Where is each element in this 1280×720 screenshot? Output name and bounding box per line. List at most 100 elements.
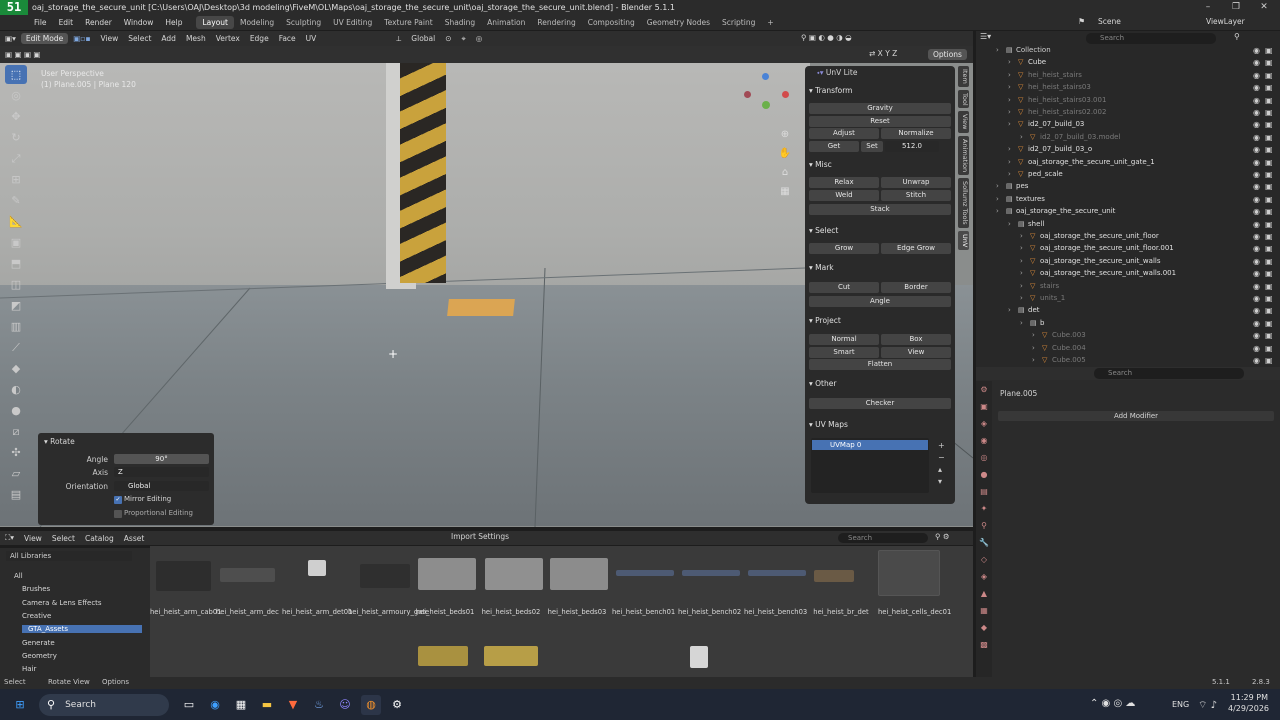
render-camera-icon[interactable]: ▣ bbox=[1265, 183, 1273, 191]
visibility-eye-icon[interactable]: ◉ bbox=[1253, 195, 1261, 204]
menu-edit[interactable]: Edit bbox=[53, 18, 80, 27]
menu-window[interactable]: Window bbox=[118, 18, 160, 27]
expand-arrow-icon[interactable]: › bbox=[1008, 96, 1011, 104]
grow-button[interactable]: Grow bbox=[809, 243, 879, 254]
pivot-icon[interactable]: ⊙ bbox=[440, 34, 456, 43]
asset-item[interactable]: hei_heist_armoury_gate bbox=[348, 608, 429, 616]
render-camera-icon[interactable]: ▣ bbox=[1265, 96, 1273, 105]
render-camera-icon[interactable]: ▣ bbox=[1265, 59, 1273, 67]
asset-item[interactable]: hei_heist_bench03 bbox=[744, 608, 807, 616]
menu-help[interactable]: Help bbox=[159, 18, 188, 27]
expand-arrow-icon[interactable]: › bbox=[1008, 145, 1011, 153]
tab-unv[interactable]: UnV bbox=[958, 230, 969, 250]
knife-icon[interactable]: ⟋ bbox=[5, 338, 27, 357]
asset-item[interactable]: hei_heist_bench01 bbox=[612, 608, 675, 616]
network-volume-icons[interactable]: ⌔ ♪ bbox=[1198, 699, 1217, 712]
menu-face[interactable]: Face bbox=[274, 34, 301, 43]
overlay-icons[interactable]: ⚲ ▣ ◐ ● ◑ ◒ bbox=[796, 33, 857, 42]
menu-uv[interactable]: UV bbox=[301, 34, 322, 43]
visibility-eye-icon[interactable]: ◉ bbox=[1253, 307, 1261, 315]
snap-icon[interactable]: ⌖ bbox=[457, 34, 471, 44]
outliner-row[interactable]: › ▽ Cube.004 ◉ ▣ bbox=[976, 344, 1280, 356]
outliner-row[interactable]: › ▤ textures ◉ ▣ bbox=[976, 195, 1280, 207]
visibility-eye-icon[interactable]: ◉ bbox=[1253, 270, 1261, 278]
annotate-icon[interactable]: ✎ bbox=[5, 191, 27, 210]
asset-item[interactable]: hei_heist_arm_cab01 bbox=[150, 608, 221, 616]
cursor-tool-icon[interactable]: ◎ bbox=[5, 86, 27, 105]
expand-arrow-icon[interactable]: › bbox=[1020, 244, 1023, 252]
tab-rendering[interactable]: Rendering bbox=[531, 16, 581, 29]
view-button[interactable]: View bbox=[881, 347, 951, 358]
visibility-eye-icon[interactable]: ◉ bbox=[1253, 233, 1261, 241]
expand-arrow-icon[interactable]: › bbox=[1020, 269, 1023, 277]
select-box-icon[interactable]: ⬚ bbox=[5, 65, 27, 84]
visibility-eye-icon[interactable]: ◉ bbox=[1253, 171, 1261, 179]
properties-tabs[interactable]: ⚙ ▣ ◈ ◉ ◎ ● ▤ ✦ ⚲ 🔧 ◇ ◈ ▲ ▦ ◆ ▩ bbox=[976, 381, 992, 677]
render-camera-icon[interactable]: ▣ bbox=[1265, 109, 1273, 117]
outliner-row[interactable]: › ▽ hei_heist_stairs03.001 ◉ ▣ bbox=[976, 96, 1280, 108]
tab-tool[interactable]: Tool bbox=[958, 89, 969, 109]
angle-field[interactable]: 90° bbox=[114, 454, 209, 464]
expand-arrow-icon[interactable]: › bbox=[1008, 71, 1011, 79]
flatten-button[interactable]: Flatten bbox=[809, 359, 951, 370]
outliner-row[interactable]: › ▽ hei_heist_stairs03 ◉ ▣ bbox=[976, 83, 1280, 95]
render-camera-icon[interactable]: ▣ bbox=[1265, 84, 1273, 92]
asset-item[interactable]: hei_heist_bench02 bbox=[678, 608, 741, 616]
tab-view[interactable]: View bbox=[958, 111, 969, 133]
render-camera-icon[interactable]: ▣ bbox=[1265, 344, 1273, 353]
asset-item[interactable]: hei_heist_br_det bbox=[810, 608, 872, 616]
asset-editor-icon[interactable]: ⛶▾ bbox=[0, 533, 19, 543]
outliner-row[interactable]: › ▽ oaj_storage_the_secure_unit_floor.001 ◉… bbox=[976, 244, 1280, 256]
render-camera-icon[interactable]: ▣ bbox=[1265, 71, 1273, 80]
bevel-icon[interactable]: ◩ bbox=[5, 296, 27, 315]
tab-item[interactable]: Item bbox=[958, 66, 969, 87]
section-transform[interactable]: ▾ Transform bbox=[809, 86, 951, 95]
task-view-icon[interactable]: ▭ bbox=[179, 695, 199, 715]
expand-arrow-icon[interactable]: › bbox=[1032, 344, 1035, 352]
cut-button[interactable]: Cut bbox=[809, 282, 879, 293]
normal-button[interactable]: Normal bbox=[809, 334, 879, 345]
add-workspace-icon[interactable]: + bbox=[761, 16, 779, 29]
render-camera-icon[interactable]: ▣ bbox=[1265, 319, 1273, 328]
transform-icon[interactable]: ⊞ bbox=[5, 170, 27, 189]
render-camera-icon[interactable]: ▣ bbox=[1265, 208, 1273, 216]
tab-sollumz-tools[interactable]: Sollumz Tools bbox=[958, 178, 969, 228]
render-camera-icon[interactable]: ▣ bbox=[1265, 220, 1273, 229]
outliner-row[interactable]: › ▽ hei_heist_stairs02.002 ◉ ▣ bbox=[976, 108, 1280, 120]
tab-animation-side[interactable]: Animation bbox=[958, 135, 969, 176]
visibility-eye-icon[interactable]: ◉ bbox=[1253, 332, 1261, 340]
edge-icon[interactable]: ◉ bbox=[205, 695, 225, 715]
asset-item[interactable]: hei_heist_beds02 bbox=[480, 608, 542, 616]
render-camera-icon[interactable]: ▣ bbox=[1265, 282, 1273, 291]
visibility-eye-icon[interactable]: ◉ bbox=[1253, 109, 1261, 117]
expand-arrow-icon[interactable]: › bbox=[1008, 58, 1011, 66]
viewport-nav-icons[interactable]: ⊕ ✋ ⌂ ▦ bbox=[778, 125, 792, 201]
catalog-item[interactable]: Hair bbox=[22, 665, 36, 673]
visibility-eye-icon[interactable]: ◉ bbox=[1253, 282, 1261, 291]
edge-grow-button[interactable]: Edge Grow bbox=[881, 243, 951, 254]
visibility-eye-icon[interactable]: ◉ bbox=[1253, 295, 1261, 303]
section-misc[interactable]: ▾ Misc bbox=[809, 160, 951, 169]
catalog-item[interactable]: Creative bbox=[22, 612, 51, 620]
navigation-gizmo[interactable] bbox=[742, 73, 790, 121]
tab-animation[interactable]: Animation bbox=[481, 16, 531, 29]
tab-compositing[interactable]: Compositing bbox=[582, 16, 641, 29]
asset-search[interactable]: Search bbox=[838, 533, 928, 543]
selected-plane[interactable] bbox=[447, 299, 515, 316]
language-indicator[interactable]: ENG bbox=[1172, 700, 1189, 709]
mirror-checkbox[interactable]: ✓ bbox=[114, 496, 122, 504]
outliner-row[interactable]: › ▽ oaj_storage_the_secure_unit_floor ◉ ▣ bbox=[976, 232, 1280, 244]
stack-button[interactable]: Stack bbox=[809, 204, 951, 215]
scene-name[interactable]: Scene bbox=[1092, 17, 1127, 26]
section-select[interactable]: ▾ Select bbox=[809, 226, 951, 235]
section-uv-maps[interactable]: ▾ UV Maps bbox=[809, 420, 951, 429]
render-camera-icon[interactable]: ▣ bbox=[1265, 121, 1273, 129]
outliner-row[interactable]: › ▽ id2_07_build_03.model ◉ ▣ bbox=[976, 133, 1280, 145]
menu-mesh[interactable]: Mesh bbox=[181, 34, 211, 43]
get-button[interactable]: Get bbox=[809, 141, 859, 152]
expand-arrow-icon[interactable]: › bbox=[1020, 282, 1023, 290]
axis-lock-icons[interactable]: ⇄ X Y Z bbox=[864, 49, 902, 58]
rip-icon[interactable]: ▤ bbox=[5, 485, 27, 504]
outliner-row[interactable]: › ▤ pes ◉ ▣ bbox=[976, 182, 1280, 194]
catalog-item[interactable]: Generate bbox=[22, 639, 55, 647]
